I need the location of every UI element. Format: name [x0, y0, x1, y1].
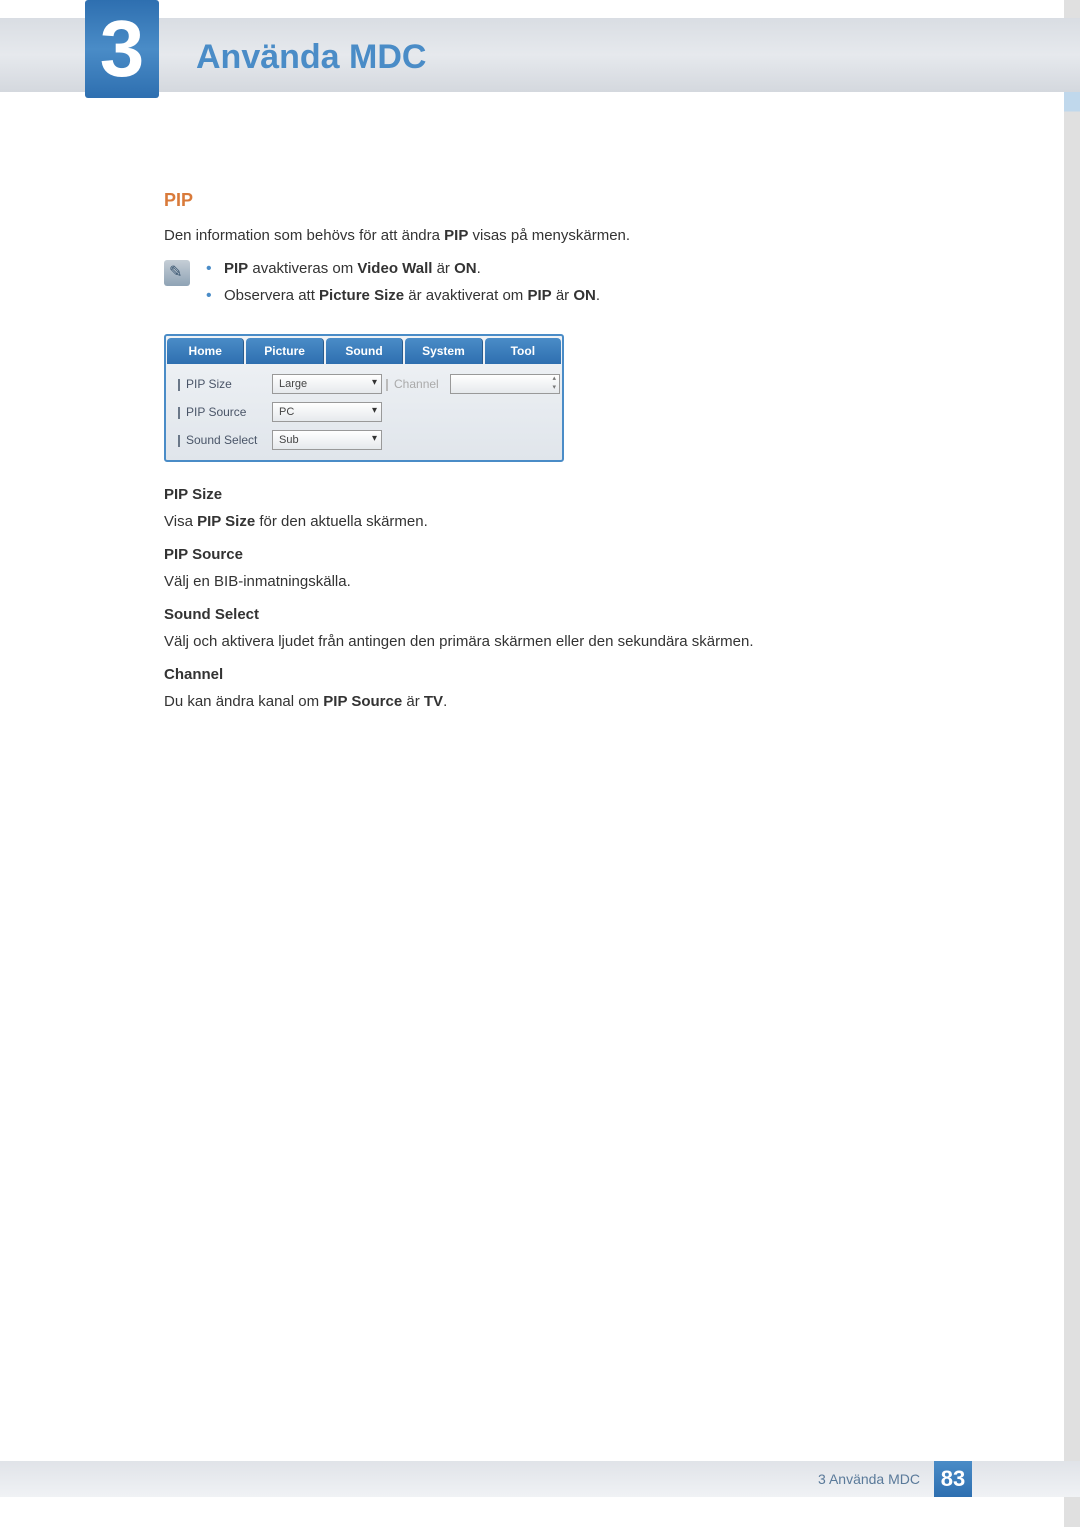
- n2-t4: .: [596, 287, 600, 304]
- intro-paragraph: Den information som behövs för att ändra…: [164, 227, 970, 244]
- n1-t1: avaktiveras om: [248, 260, 357, 277]
- n1-t3: .: [477, 260, 481, 277]
- chapter-title: Använda MDC: [196, 38, 426, 77]
- n1-b2: Video Wall: [357, 260, 432, 277]
- footer-text: 3 Använda MDC: [818, 1471, 920, 1487]
- spinner-channel[interactable]: [450, 374, 560, 394]
- label-pip-size: PIP Size: [178, 377, 268, 391]
- n1-b3: ON: [454, 260, 477, 277]
- intro-suffix: visas på menyskärmen.: [468, 227, 630, 244]
- footer-bar: 3 Använda MDC 83: [0, 1461, 1080, 1497]
- chapter-number-box: 3: [85, 0, 159, 98]
- tab-home[interactable]: Home: [167, 338, 244, 364]
- note-block: PIP avaktiveras om Video Wall är ON. Obs…: [164, 260, 970, 314]
- tabs-row: Home Picture Sound System Tool: [166, 336, 562, 364]
- content-area: PIP Den information som behövs för att ä…: [164, 190, 970, 726]
- ch-b2: TV: [424, 693, 443, 710]
- n1-b1: PIP: [224, 260, 248, 277]
- panel-body: PIP Size Large Channel PIP Source PC Sou…: [166, 364, 562, 460]
- n1-t2: är: [432, 260, 454, 277]
- heading-pip-size: PIP Size: [164, 486, 970, 503]
- n2-t2: är avaktiverat om: [404, 287, 527, 304]
- para-pip-size: Visa PIP Size för den aktuella skärmen.: [164, 513, 970, 530]
- pip-settings-panel: Home Picture Sound System Tool PIP Size …: [164, 334, 564, 462]
- note-item-2: Observera att Picture Size är avaktivera…: [206, 287, 600, 304]
- heading-pip-source: PIP Source: [164, 546, 970, 563]
- para-pip-source: Välj en BIB-inmatningskälla.: [164, 573, 970, 590]
- tab-sound[interactable]: Sound: [326, 338, 403, 364]
- intro-bold: PIP: [444, 227, 468, 244]
- n2-b2: PIP: [527, 287, 551, 304]
- note-item-1: PIP avaktiveras om Video Wall är ON.: [206, 260, 600, 277]
- header-bar: [0, 18, 1080, 92]
- dropdown-pip-size[interactable]: Large: [272, 374, 382, 394]
- tab-system[interactable]: System: [405, 338, 482, 364]
- ch-pre: Du kan ändra kanal om: [164, 693, 323, 710]
- ps-post: för den aktuella skärmen.: [255, 513, 428, 530]
- n2-b3: ON: [573, 287, 596, 304]
- edge-index-bar: [1064, 0, 1080, 1527]
- para-channel: Du kan ändra kanal om PIP Source är TV.: [164, 693, 970, 710]
- ps-b: PIP Size: [197, 513, 255, 530]
- ps-pre: Visa: [164, 513, 197, 530]
- tab-tool[interactable]: Tool: [485, 338, 561, 364]
- ch-mid: är: [402, 693, 424, 710]
- heading-sound-select: Sound Select: [164, 606, 970, 623]
- ch-post: .: [443, 693, 447, 710]
- n2-b1: Picture Size: [319, 287, 404, 304]
- tab-picture[interactable]: Picture: [246, 338, 323, 364]
- chapter-number: 3: [100, 9, 145, 89]
- n2-t1: Observera att: [224, 287, 319, 304]
- dropdown-sound-select[interactable]: Sub: [272, 430, 382, 450]
- dropdown-pip-source[interactable]: PC: [272, 402, 382, 422]
- note-list: PIP avaktiveras om Video Wall är ON. Obs…: [206, 260, 600, 314]
- n2-t3: är: [552, 287, 574, 304]
- ch-b1: PIP Source: [323, 693, 402, 710]
- section-heading-pip: PIP: [164, 190, 970, 211]
- page-number-badge: 83: [934, 1461, 972, 1497]
- label-sound-select: Sound Select: [178, 433, 268, 447]
- label-channel: Channel: [386, 377, 446, 391]
- para-sound-select: Välj och aktivera ljudet från antingen d…: [164, 633, 970, 650]
- intro-prefix: Den information som behövs för att ändra: [164, 227, 444, 244]
- note-icon: [164, 260, 190, 286]
- heading-channel: Channel: [164, 666, 970, 683]
- label-pip-source: PIP Source: [178, 405, 268, 419]
